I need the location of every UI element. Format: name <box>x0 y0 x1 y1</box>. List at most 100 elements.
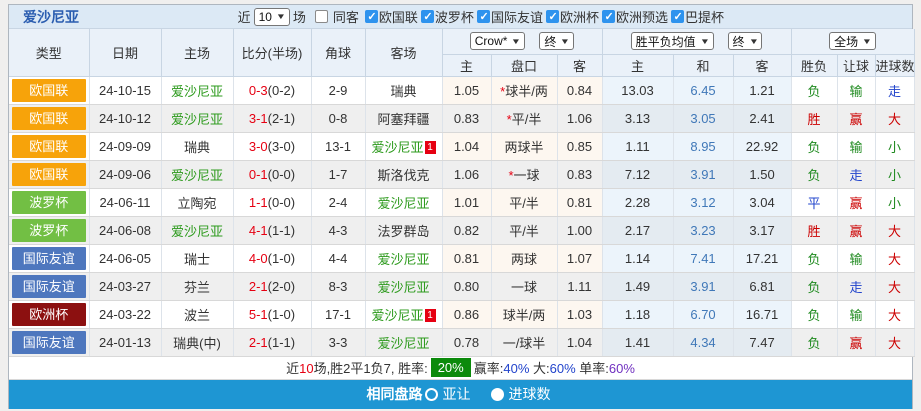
avg-home: 2.28 <box>602 188 674 217</box>
odds-source-select[interactable]: Crow* ▼ <box>469 32 526 51</box>
home-team[interactable]: 瑞典(中) <box>173 336 221 351</box>
home-team[interactable]: 瑞典 <box>184 140 210 155</box>
scope-select[interactable]: 全场 ▼ <box>829 32 877 51</box>
away-team[interactable]: 爱沙尼亚 <box>371 140 423 155</box>
avg-home: 1.49 <box>602 272 674 301</box>
home-team[interactable]: 瑞士 <box>184 252 210 267</box>
avg-home: 1.18 <box>602 300 674 329</box>
away-team[interactable]: 爱沙尼亚 <box>371 308 423 323</box>
match-date: 24-06-05 <box>89 244 162 273</box>
table-row: 国际友谊 24-03-27 芬兰 2-1(2-0) 8-3 爱沙尼亚 0.80 一球 1.11 1… <box>9 272 915 301</box>
away-team[interactable]: 爱沙尼亚 <box>377 280 429 295</box>
sub-header-result: 胜负 <box>791 54 838 77</box>
col-header-score: 比分(半场) <box>233 29 312 77</box>
goals-label: 进球数 <box>508 386 551 402</box>
handicap: 平/半 <box>491 216 558 245</box>
league-filter-checkbox[interactable] <box>364 10 378 23</box>
avg-home: 1.14 <box>602 244 674 273</box>
match-date: 24-06-08 <box>89 216 162 245</box>
league-type-badge: 欧国联 <box>12 78 86 102</box>
match-date: 24-03-22 <box>89 300 162 329</box>
score-cell: 1-1(0-0) <box>233 188 312 217</box>
match-date: 24-03-27 <box>89 272 162 301</box>
half-time-score: (0-0) <box>267 166 296 182</box>
same-trend-title: 相同盘路 <box>366 386 423 402</box>
full-time-score: 4-1 <box>248 222 268 238</box>
away-team-cell: 斯洛伐克 <box>365 160 443 189</box>
corner-stat: 3-3 <box>311 328 366 357</box>
away-team[interactable]: 爱沙尼亚 <box>377 336 429 351</box>
goals-radio[interactable] <box>490 387 504 401</box>
star-marker: * <box>506 111 512 127</box>
match-date: 24-09-06 <box>89 160 162 189</box>
avg-home: 1.41 <box>602 328 674 357</box>
handicap: 两球半 <box>491 132 558 161</box>
match-date: 24-10-15 <box>89 76 162 105</box>
away-team-cell: 爱沙尼亚 <box>365 244 443 273</box>
half-time-score: (1-0) <box>267 250 296 266</box>
title-bar: 爱沙尼亚 近 10 ▼ 场 同客 欧国联 波罗杯 国际友谊 欧洲杯 欧洲预选 巴提杯 <box>9 5 912 29</box>
away-team[interactable]: 爱沙尼亚 <box>377 196 429 211</box>
page-title: 爱沙尼亚 <box>23 8 79 25</box>
home-team[interactable]: 爱沙尼亚 <box>171 84 223 99</box>
sub-header-goals: 进球数 <box>875 54 915 77</box>
result-wdl: 胜 <box>791 216 838 245</box>
handicap: 球半/两 <box>491 300 558 329</box>
league-filter-checkbox[interactable] <box>670 10 684 23</box>
table-row: 欧国联 24-10-15 爱沙尼亚 0-3(0-2) 2-9 瑞典 1.05 *球半/两 0.8… <box>9 76 915 105</box>
match-date: 24-10-12 <box>89 104 162 133</box>
home-team[interactable]: 立陶宛 <box>177 196 216 211</box>
col-header-corner: 角球 <box>311 29 366 77</box>
league-filter-checkbox[interactable] <box>420 10 434 23</box>
red-card-badge: 1 <box>424 308 436 322</box>
home-team[interactable]: 芬兰 <box>184 280 210 295</box>
away-team[interactable]: 爱沙尼亚 <box>377 252 429 267</box>
filter-controls: 近 10 ▼ 场 同客 欧国联 波罗杯 国际友谊 欧洲杯 欧洲预选 巴提杯 <box>235 7 724 26</box>
avg-state-select[interactable]: 终 ▼ <box>727 32 763 51</box>
avg-away: 17.21 <box>733 244 792 273</box>
home-team[interactable]: 爱沙尼亚 <box>171 168 223 183</box>
chevron-down-icon: ▼ <box>560 36 571 46</box>
header-group-row: 类型 日期 主场 比分(半场) 角球 客场 Crow* ▼ 终 ▼ 胜平负均值 … <box>9 29 915 77</box>
full-time-score: 3-1 <box>248 110 268 126</box>
corner-stat: 2-9 <box>311 76 366 105</box>
match-date: 24-09-09 <box>89 132 162 161</box>
league-type-badge: 欧国联 <box>12 162 86 186</box>
home-team[interactable]: 爱沙尼亚 <box>171 224 223 239</box>
away-team[interactable]: 斯洛伐克 <box>377 168 429 183</box>
full-time-score: 3-0 <box>248 138 268 154</box>
odds-away: 0.85 <box>557 132 603 161</box>
home-team-cell: 爱沙尼亚 <box>161 160 234 189</box>
avg-home: 1.11 <box>602 132 674 161</box>
home-team[interactable]: 爱沙尼亚 <box>171 112 223 127</box>
avg-away: 1.21 <box>733 76 792 105</box>
sub-header-avg-away: 客 <box>733 54 792 77</box>
league-filter-checkbox[interactable] <box>476 10 490 23</box>
same-away-label: 同客 <box>332 10 359 25</box>
full-time-score: 2-1 <box>248 334 268 350</box>
league-filter-checkbox[interactable] <box>545 10 559 23</box>
odds-home: 0.80 <box>442 272 492 301</box>
league-filter-list: 欧国联 波罗杯 国际友谊 欧洲杯 欧洲预选 巴提杯 <box>362 7 724 26</box>
handicap: *一球 <box>491 160 558 189</box>
away-team-cell: 爱沙尼亚 1 <box>365 300 443 329</box>
league-filter-checkbox[interactable] <box>601 10 615 23</box>
half-time-score: (0-2) <box>267 82 296 98</box>
away-team[interactable]: 阿塞拜疆 <box>377 112 429 127</box>
result-wdl: 负 <box>791 272 838 301</box>
filter-5: 欧洲预选 <box>599 7 668 26</box>
score-cell: 0-1(0-0) <box>233 160 312 189</box>
same-away-checkbox[interactable] <box>314 10 328 23</box>
home-team[interactable]: 波兰 <box>184 308 210 323</box>
home-team-cell: 瑞士 <box>161 244 234 273</box>
result-handicap: 走 <box>837 272 876 301</box>
recent-count-select[interactable]: 10 ▼ <box>253 7 290 26</box>
corner-stat: 1-7 <box>311 160 366 189</box>
odds-state-select[interactable]: 终 ▼ <box>539 32 575 51</box>
record-summary: 近10场,胜2平1负7, 胜率: 20% 赢率:40% 大:60% 单率:60% <box>9 356 912 380</box>
away-team[interactable]: 瑞典 <box>390 84 416 99</box>
asian-handicap-radio[interactable] <box>424 387 438 401</box>
away-team[interactable]: 法罗群岛 <box>377 224 429 239</box>
avg-type-select[interactable]: 胜平负均值 ▼ <box>630 32 714 51</box>
result-handicap: 赢 <box>837 188 876 217</box>
